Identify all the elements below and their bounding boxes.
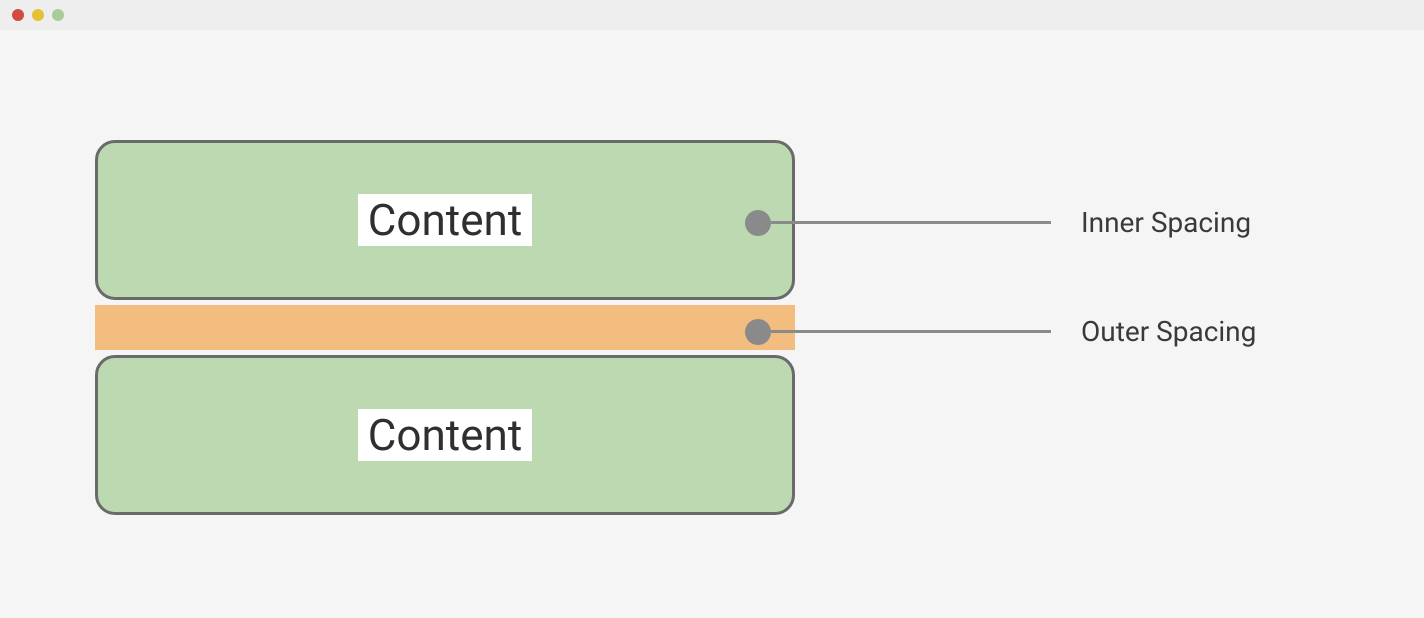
window-close-button[interactable] [12,9,24,21]
inner-spacing-label: Inner Spacing [1081,206,1251,239]
diagram-canvas: Content Content Inner Spacing Outer Spac… [0,30,1424,618]
inner-spacing-callout: Inner Spacing [745,206,1251,239]
content-label-top: Content [358,194,532,247]
callout-leader-line [771,221,1051,224]
margin-spacer-bar [95,305,795,350]
window-maximize-button[interactable] [52,9,64,21]
padding-box-top: Content [95,140,795,300]
padding-box-bottom: Content [95,355,795,515]
content-label-bottom: Content [358,409,532,462]
callout-dot-icon [745,319,771,345]
window-title-bar [0,0,1424,30]
outer-spacing-label: Outer Spacing [1081,315,1256,348]
callout-leader-line [771,330,1051,333]
window-minimize-button[interactable] [32,9,44,21]
callout-dot-icon [745,210,771,236]
outer-spacing-callout: Outer Spacing [745,315,1256,348]
